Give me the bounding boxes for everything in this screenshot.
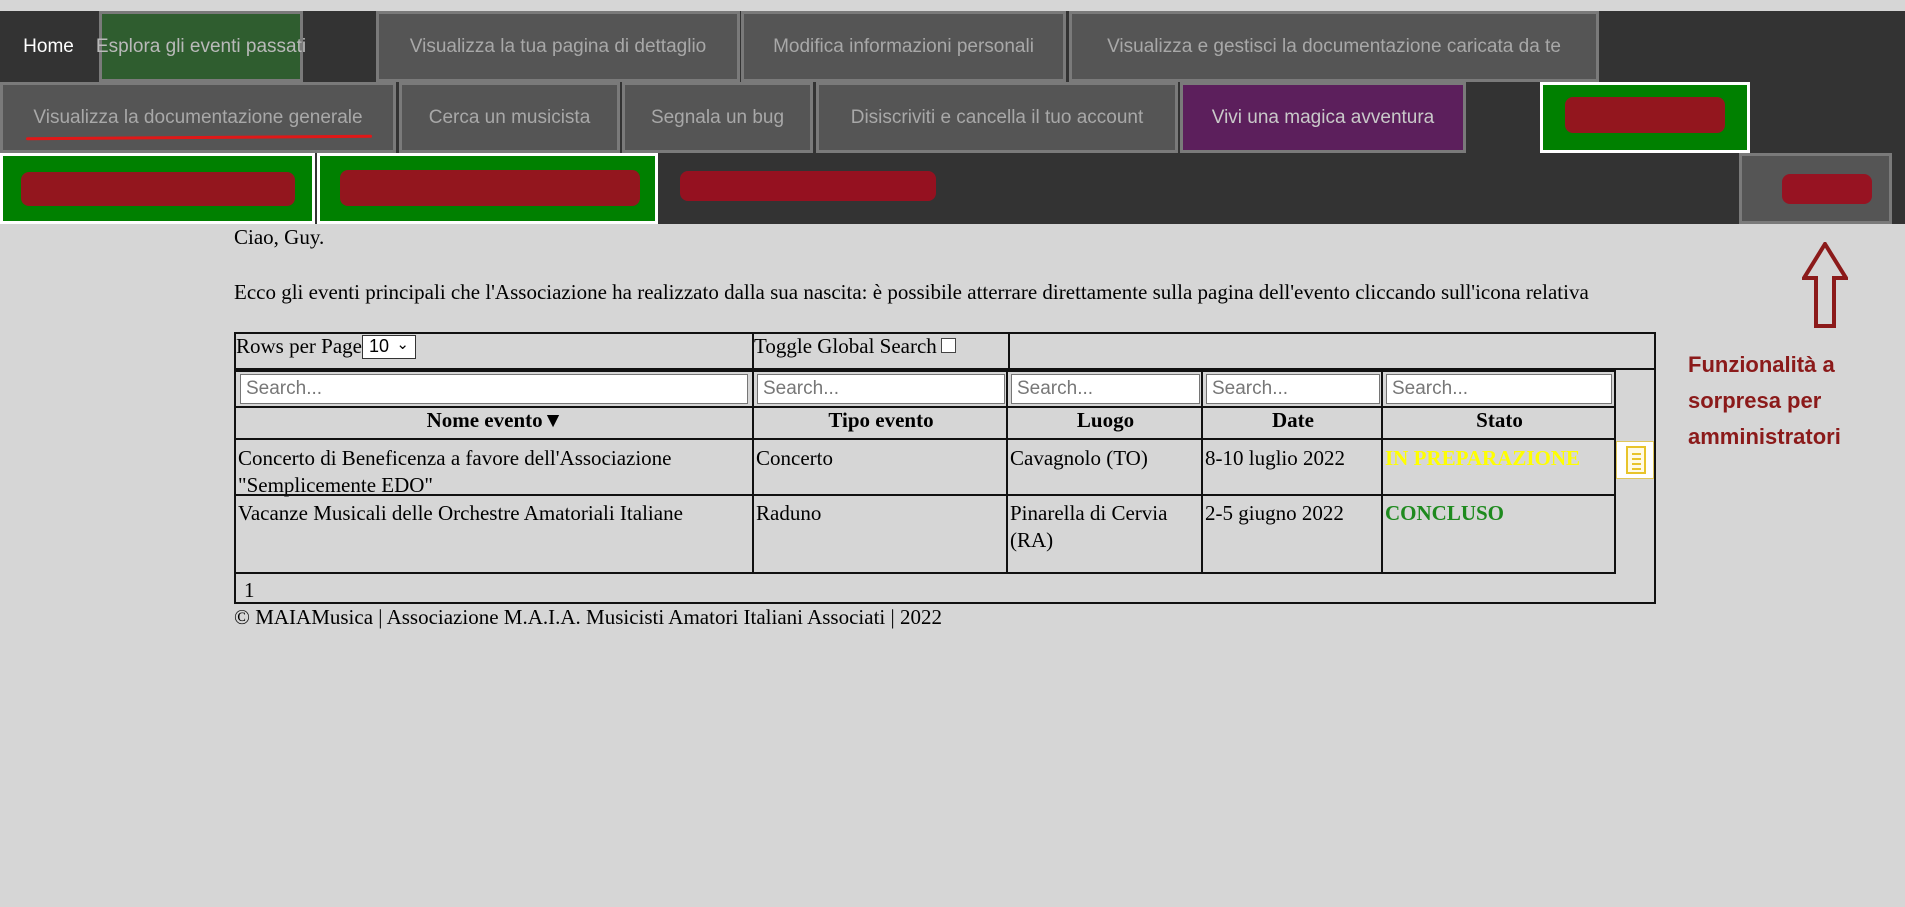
table-controls: Rows per Page 10 ⌄ Toggle Global Search <box>236 334 1654 370</box>
page-shape <box>1626 446 1646 474</box>
nav-cerca-musicista[interactable]: Cerca un musicista <box>399 82 620 153</box>
redaction-mark <box>1565 97 1725 133</box>
row2-date: 2-5 giugno 2022 <box>1205 501 1344 525</box>
redaction-mark <box>21 172 295 206</box>
row2-stato: CONCLUSO <box>1385 501 1505 525</box>
row1-nome: Concerto di Beneficenza a favore dell'As… <box>238 446 672 497</box>
global-search-checkbox[interactable] <box>940 337 956 353</box>
top-strip <box>0 0 1905 11</box>
row2-tipo: Raduno <box>756 501 822 525</box>
doc-line <box>1632 458 1641 460</box>
search-nome[interactable]: Search... <box>240 374 748 404</box>
search-luogo[interactable]: Search... <box>1011 374 1200 404</box>
annotation-line: Funzionalità a <box>1688 352 1835 377</box>
nav-segnala-bug[interactable]: Segnala un bug <box>622 82 813 153</box>
row-divider <box>236 438 1614 440</box>
row1-stato: IN PREPARAZIONE <box>1385 446 1581 470</box>
row2-nome: Vacanze Musicali delle Orchestre Amatori… <box>238 501 683 525</box>
doc-line <box>1632 468 1641 470</box>
annotation-line: sorpresa per <box>1688 388 1822 413</box>
greeting: Ciao, Guy. <box>234 225 325 249</box>
header-luogo[interactable]: Luogo <box>1008 408 1203 440</box>
global-search-toggle: Toggle Global Search <box>754 334 1010 368</box>
nav-row-2: Visualizza la documentazione generale Ce… <box>0 82 1905 153</box>
header-tipo[interactable]: Tipo evento <box>754 408 1008 440</box>
nav-modifica-info[interactable]: Modifica informazioni personali <box>741 11 1066 82</box>
redaction-mark <box>340 170 640 206</box>
intro-text: Ecco gli eventi principali che l'Associa… <box>234 280 1589 304</box>
nav-admin-button-1[interactable] <box>1540 82 1750 153</box>
rows-per-page-label: Rows per Page <box>236 334 362 358</box>
nav-pagina-dettaglio[interactable]: Visualizza la tua pagina di dettaglio <box>376 11 740 82</box>
table-body: Search... Search... Search... Search... … <box>236 370 1616 574</box>
row-divider <box>236 494 1614 496</box>
sort-desc-icon: ▼ <box>542 408 564 432</box>
nav-documentazione-generale[interactable]: Visualizza la documentazione generale <box>0 82 396 153</box>
search-tipo[interactable]: Search... <box>757 374 1005 404</box>
document-icon[interactable] <box>1616 441 1654 479</box>
nav-documentazione-tua[interactable]: Visualizza e gestisci la documentazione … <box>1069 11 1599 82</box>
search-stato[interactable]: Search... <box>1386 374 1612 404</box>
nav-admin-button-4[interactable] <box>660 153 960 224</box>
redaction-mark <box>680 171 936 201</box>
header-nome[interactable]: Nome evento▼ <box>236 408 754 440</box>
up-arrow-annotation-icon <box>1802 242 1848 328</box>
row1-luogo: Cavagnolo (TO) <box>1010 446 1148 470</box>
search-date[interactable]: Search... <box>1206 374 1380 404</box>
footer: © MAIAMusica | Associazione M.A.I.A. Mus… <box>234 605 942 629</box>
nav-admin-button-3[interactable] <box>317 153 658 224</box>
doc-line <box>1632 463 1641 465</box>
toggle-label: Toggle Global Search <box>754 334 937 358</box>
nav-disiscriviti[interactable]: Disiscriviti e cancella il tuo account <box>816 82 1178 153</box>
header-date[interactable]: Date <box>1203 408 1383 440</box>
rows-per-page: Rows per Page 10 ⌄ <box>236 334 754 368</box>
row1-tipo: Concerto <box>756 446 833 470</box>
row2-luogo: Pinarella di Cervia (RA) <box>1010 501 1168 552</box>
nav-admin-button-5[interactable] <box>1739 153 1892 224</box>
annotation-line: amministratori <box>1688 424 1841 449</box>
nav-home[interactable]: Home <box>0 11 97 82</box>
nav-magica-avventura[interactable]: Vivi una magica avventura <box>1180 82 1466 153</box>
rows-per-page-select[interactable]: 10 ⌄ <box>361 335 416 360</box>
chevron-down-icon: ⌄ <box>396 336 409 354</box>
redaction-mark <box>1782 174 1872 204</box>
doc-line <box>1632 453 1641 455</box>
admin-annotation: Funzionalità a sorpresa per amministrato… <box>1688 347 1888 455</box>
header-stato[interactable]: Stato <box>1383 408 1616 440</box>
row1-date: 8-10 luglio 2022 <box>1205 446 1345 470</box>
nav-row-3 <box>0 153 1905 224</box>
pagination-page[interactable]: 1 <box>244 578 255 603</box>
nav-admin-button-2[interactable] <box>0 153 315 224</box>
events-table: Rows per Page 10 ⌄ Toggle Global Search Se… <box>234 332 1656 604</box>
